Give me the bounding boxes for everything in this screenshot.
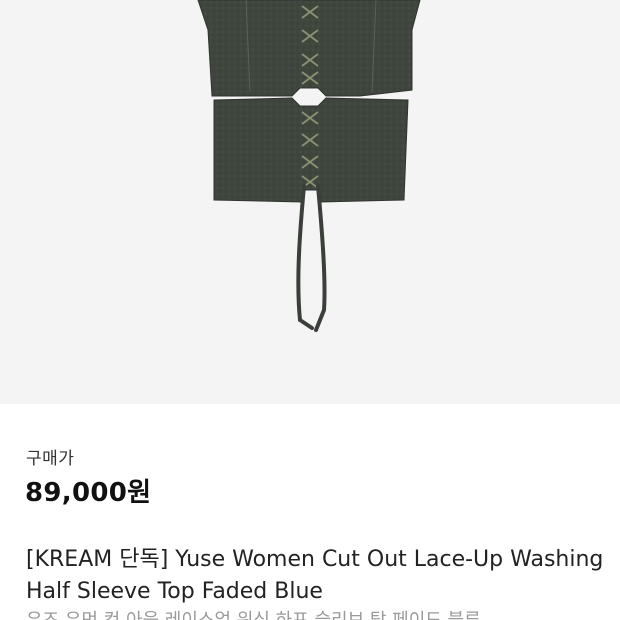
top-upper-panel xyxy=(197,0,421,97)
price-label: 구매가 xyxy=(26,449,75,469)
garment-illustration xyxy=(197,0,421,332)
price-value: 89,000원 xyxy=(25,478,152,508)
product-image[interactable] xyxy=(0,0,620,404)
product-subtitle: 유즈 우먼 컷 아웃 레이스업 워싱 하프 슬리브 탑 페이드 블루 xyxy=(26,609,606,620)
top-lower-panel xyxy=(213,97,409,203)
product-info: 구매가 89,000원 [KREAM 단독] Yuse Women Cut Ou… xyxy=(0,404,620,620)
lace-string-left xyxy=(296,184,314,330)
product-title[interactable]: [KREAM 단독] Yuse Women Cut Out Lace-Up Wa… xyxy=(26,544,606,608)
lace-string-right xyxy=(314,184,327,332)
